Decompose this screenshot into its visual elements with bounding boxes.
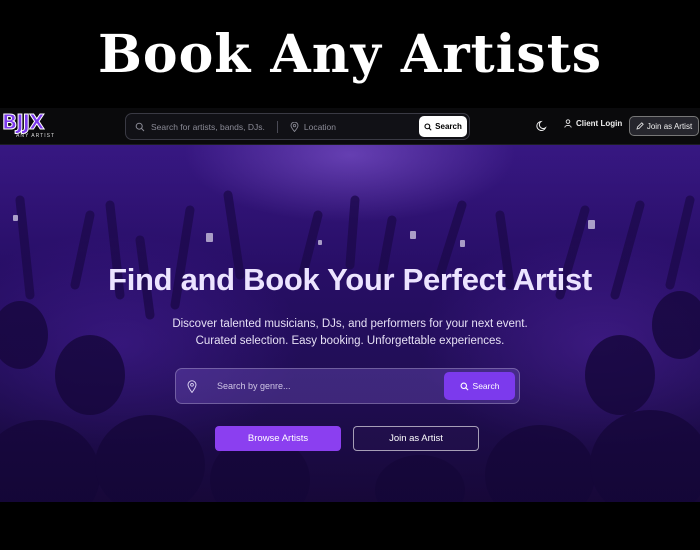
hero-section: Find and Book Your Perfect Artist Discov…	[0, 145, 700, 502]
header-search-button-label: Search	[435, 122, 462, 131]
user-icon	[564, 119, 572, 128]
logo-mark: BJJX	[2, 110, 46, 134]
location-pin-icon	[290, 121, 299, 132]
artist-search-input[interactable]: Search for artists, bands, DJs.	[151, 122, 265, 132]
location-pin-icon	[187, 379, 197, 393]
top-navbar: BJJX ANY ARTIST Search for artists, band…	[0, 108, 700, 145]
promo-banner: Book Any Artists	[0, 0, 700, 108]
location-input[interactable]: Location	[304, 122, 336, 132]
hero-subtitle-line-2: Curated selection. Easy booking. Unforge…	[195, 335, 505, 347]
client-login-label: Client Login	[576, 119, 623, 128]
genre-search-button[interactable]: Search	[444, 372, 515, 400]
search-divider	[276, 120, 278, 133]
hero-subtitle: Discover talented musicians, DJs, and pe…	[0, 316, 700, 350]
hero-headline: Find and Book Your Perfect Artist	[108, 262, 592, 297]
pen-icon	[636, 122, 644, 130]
header-search-button[interactable]: Search	[419, 116, 467, 137]
join-as-artist-nav-label: Join as Artist	[646, 121, 693, 131]
bottom-black-bar	[0, 502, 700, 550]
genre-search-input[interactable]: Search by genre...	[217, 381, 291, 391]
client-login-link[interactable]: Client Login	[564, 119, 622, 128]
moon-icon[interactable]	[536, 120, 548, 132]
genre-search-bar: Search by genre... Search	[175, 368, 520, 404]
search-icon	[460, 382, 469, 390]
genre-search-button-label: Search	[472, 381, 500, 391]
browse-artists-button[interactable]: Browse Artists	[215, 426, 341, 451]
join-as-artist-nav-button[interactable]: Join as Artist	[629, 116, 699, 136]
banner-title: Book Any Artists	[97, 23, 602, 85]
header-search-bar: Search for artists, bands, DJs. Location…	[125, 113, 470, 140]
site-logo[interactable]: BJJX ANY ARTIST	[2, 112, 66, 142]
logo-subtitle: ANY ARTIST	[16, 133, 55, 139]
search-icon	[135, 122, 145, 131]
hero-subtitle-line-1: Discover talented musicians, DJs, and pe…	[172, 318, 528, 330]
join-as-artist-hero-button[interactable]: Join as Artist	[353, 426, 479, 451]
search-icon	[424, 122, 432, 131]
